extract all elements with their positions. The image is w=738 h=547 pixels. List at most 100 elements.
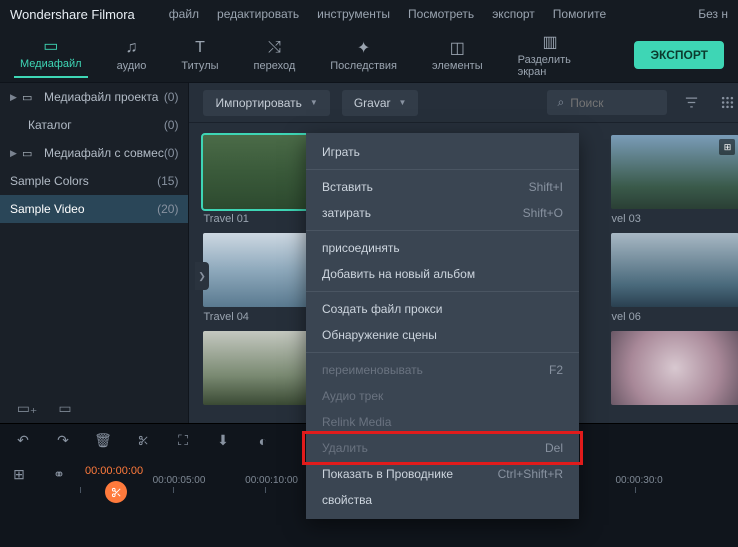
menu-item-label: Вставить (322, 180, 529, 194)
main-toolbar: Импортировать ▼ Gravar ▼ ⌕ (189, 83, 738, 123)
import-label: Импортировать (215, 96, 301, 110)
media-thumbnail[interactable] (611, 331, 738, 421)
chevron-down-icon: ▼ (399, 98, 407, 107)
sidebar-item-label: Каталог (28, 118, 164, 132)
menu-item-shortcut: Del (545, 441, 563, 455)
menu-item-label: Играть (322, 145, 563, 159)
download-icon (717, 237, 731, 254)
context-menu-item[interactable]: Создать файл прокси (306, 296, 579, 322)
tab-transition[interactable]: ⤭ переход (248, 35, 302, 76)
context-menu: ИгратьВставитьShift+IзатиратьShift+Oприс… (306, 133, 579, 519)
search-box[interactable]: ⌕ (547, 90, 667, 115)
tab-effects-label: Последствия (330, 60, 397, 72)
sidebar-item-count: (0) (164, 118, 179, 132)
menu-item-label: затирать (322, 206, 523, 220)
menu-item-shortcut: Shift+O (523, 206, 563, 220)
context-menu-item: Relink Media (306, 409, 579, 435)
tab-audio[interactable]: ♫ аудио (111, 35, 153, 76)
split-icon: ▥ (541, 33, 559, 51)
playhead[interactable] (105, 481, 127, 503)
crop-icon[interactable]: ⛶ (174, 432, 192, 450)
sidebar-item-label: Медиафайл с совмес (44, 146, 164, 160)
menu-edit[interactable]: редактировать (217, 7, 299, 21)
sidebar-item-shared-media[interactable]: ▶ ▭ Медиафайл с совмес (0) (0, 139, 188, 167)
sidebar-item-label: Sample Colors (10, 174, 157, 188)
context-menu-item[interactable]: свойства (306, 487, 579, 513)
context-menu-item[interactable]: Показать в ПроводникеCtrl+Shift+R (306, 461, 579, 487)
sidebar-item-project-media[interactable]: ▶ ▭ Медиафайл проекта (0) (0, 83, 188, 111)
tab-effects[interactable]: ✦ Последствия (324, 35, 403, 76)
menu-item-label: Создать файл прокси (322, 302, 563, 316)
sidebar-item-label: Sample Video (10, 202, 157, 216)
titlebar-right: Без н (698, 7, 728, 21)
music-icon: ♫ (122, 39, 140, 57)
context-menu-item[interactable]: присоединять (306, 235, 579, 261)
menu-item-shortcut: Shift+I (529, 180, 563, 194)
search-input[interactable] (570, 96, 650, 110)
thumbnail-label: vel 03 (611, 213, 738, 225)
sidebar-item-catalog[interactable]: Каталог (0) (0, 111, 188, 139)
add-track-icon[interactable]: ⊞ (10, 465, 28, 483)
chevron-right-icon: ▶ (10, 92, 22, 103)
panel-expand-handle[interactable]: ❯ (195, 262, 209, 290)
new-folder-icon[interactable]: ▭ (56, 399, 74, 417)
context-menu-item[interactable]: затиратьShift+O (306, 200, 579, 226)
sidebar-item-count: (0) (164, 90, 179, 104)
menu-tools[interactable]: инструменты (317, 7, 390, 21)
link-icon[interactable]: ⚭ (50, 465, 68, 483)
grid-view-icon[interactable] (715, 91, 738, 115)
new-folder-plus-icon[interactable]: ▭₊ (18, 399, 36, 417)
elements-icon: ◫ (448, 39, 466, 57)
tab-media[interactable]: ▭ Медиафайл (14, 33, 88, 78)
sidebar-item-sample-colors[interactable]: Sample Colors (15) (0, 167, 188, 195)
export-button[interactable]: ЭКСПОРТ (634, 41, 724, 69)
playhead-scissors-icon (105, 481, 127, 503)
delete-icon[interactable]: 🗑 (94, 432, 112, 450)
sidebar-item-count: (15) (157, 174, 178, 188)
sidebar-item-sample-video[interactable]: Sample Video (20) (0, 195, 188, 223)
menu-item-label: Обнаружение сцены (322, 328, 563, 342)
download-icon[interactable]: ⬇ (214, 432, 232, 450)
redo-icon[interactable]: ↷ (54, 432, 72, 450)
context-menu-item[interactable]: ВставитьShift+I (306, 174, 579, 200)
adjust-icon[interactable]: ◐ (254, 432, 272, 450)
thumbnail-image[interactable] (611, 331, 738, 405)
chevron-down-icon: ▼ (310, 98, 318, 107)
menu-item-label: Аудио трек (322, 389, 563, 403)
menu-export[interactable]: экспорт (492, 7, 535, 21)
tab-elements[interactable]: ◫ элементы (426, 35, 489, 76)
filmstrip-icon: ⊞ (719, 139, 735, 155)
sidebar-item-count: (20) (157, 202, 178, 216)
tab-titles[interactable]: T Титулы (175, 35, 224, 76)
transition-icon: ⤭ (265, 39, 283, 57)
current-time: 00:00:00:00 (85, 465, 143, 477)
record-dropdown[interactable]: Gravar ▼ (342, 90, 419, 116)
thumbnail-image[interactable] (611, 233, 738, 307)
sidebar-item-count: (0) (164, 146, 179, 160)
menu-help[interactable]: Помогите (553, 7, 606, 21)
tab-splitscreen[interactable]: ▥ Разделить экран (512, 29, 589, 82)
menu-item-label: переименовывать (322, 363, 549, 377)
context-menu-item[interactable]: Добавить на новый альбом (306, 261, 579, 287)
thumbnail-image[interactable]: ⊞ (611, 135, 738, 209)
filter-icon[interactable] (679, 91, 703, 115)
titlebar: Wondershare Filmora файл редактировать и… (0, 0, 738, 28)
toolbar: ▭ Медиафайл ♫ аудио T Титулы ⤭ переход ✦… (0, 28, 738, 83)
menu-file[interactable]: файл (169, 7, 199, 21)
tab-transition-label: переход (254, 60, 296, 72)
ruler-tick-label: 00:00:10:00 (245, 475, 298, 486)
sidebar: ▶ ▭ Медиафайл проекта (0) Каталог (0) ▶ … (0, 83, 189, 423)
media-thumbnail[interactable]: vel 06 (611, 233, 738, 323)
context-menu-item[interactable]: Обнаружение сцены (306, 322, 579, 348)
cut-icon[interactable] (134, 432, 152, 450)
tab-titles-label: Титулы (181, 60, 218, 72)
context-menu-item: переименовыватьF2 (306, 357, 579, 383)
text-icon: T (191, 39, 209, 57)
sidebar-item-label: Медиафайл проекта (44, 90, 164, 104)
menu-view[interactable]: Посмотреть (408, 7, 474, 21)
media-thumbnail[interactable]: ⊞ vel 03 (611, 135, 738, 225)
context-menu-item[interactable]: Играть (306, 139, 579, 165)
import-dropdown[interactable]: Импортировать ▼ (203, 90, 329, 116)
search-icon: ⌕ (557, 95, 564, 110)
undo-icon[interactable]: ↶ (14, 432, 32, 450)
